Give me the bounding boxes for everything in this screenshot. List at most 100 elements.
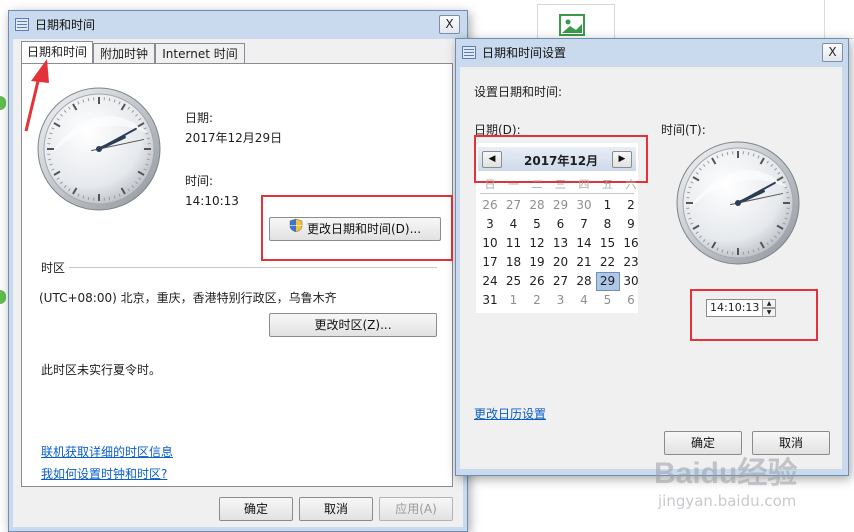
close-button[interactable]: X: [822, 43, 843, 62]
calendar-day[interactable]: 20: [549, 253, 573, 272]
calendar-day[interactable]: 6: [619, 291, 643, 310]
watermark-brand: Baidu经验: [654, 457, 798, 490]
calendar-day[interactable]: 21: [572, 253, 596, 272]
clock-tick: [87, 196, 90, 200]
calendar-icon: [462, 46, 476, 59]
window-title: 日期和时间: [35, 18, 96, 32]
calendar-day[interactable]: 19: [525, 253, 549, 272]
clock-hub: [735, 200, 741, 206]
calendar-day[interactable]: 23: [619, 253, 643, 272]
background-image-thumbnail: [537, 4, 615, 40]
calendar-day[interactable]: 25: [502, 272, 526, 291]
calendar-day[interactable]: 17: [478, 253, 502, 272]
clock-tick: [726, 250, 729, 254]
clock-tick: [48, 158, 52, 161]
calendar-day[interactable]: 28: [525, 196, 549, 215]
clock-tick: [108, 98, 111, 102]
calendar-day[interactable]: 26: [525, 272, 549, 291]
calendar-weekday: 五: [602, 179, 613, 191]
calendar-day[interactable]: 15: [596, 234, 620, 253]
calendar-day[interactable]: 13: [549, 234, 573, 253]
watermark-url: jingyan.baidu.com: [658, 492, 797, 510]
calendar-day[interactable]: 4: [502, 215, 526, 234]
online-timezone-info-link[interactable]: 联机获取详细的时区信息: [41, 443, 173, 460]
change-timezone-button[interactable]: 更改时区(Z)...: [269, 313, 437, 337]
calendar-day[interactable]: 30: [619, 272, 643, 291]
calendar-day[interactable]: 18: [502, 253, 526, 272]
date-value: 2017年12月29日: [185, 131, 283, 145]
calendar-day[interactable]: 10: [478, 234, 502, 253]
calendar-day[interactable]: 5: [596, 291, 620, 310]
title-bar[interactable]: 日期和时间 X: [9, 11, 467, 37]
tab-additional-clocks[interactable]: 附加时钟: [93, 43, 155, 63]
calendar-day[interactable]: 27: [549, 272, 573, 291]
datetime-settings-dialog: 日期和时间设置 X 设置日期和时间: 日期(D): 时间(T): ◀ 2017年…: [455, 38, 849, 476]
ok-button[interactable]: 确定: [219, 497, 293, 521]
highlight-box: [474, 135, 648, 183]
calendar-day[interactable]: 22: [596, 253, 620, 272]
calendar-day[interactable]: 29: [549, 196, 573, 215]
highlight-box: [690, 289, 818, 341]
background-divider: [824, 0, 825, 38]
calendar-divider: [480, 193, 634, 194]
title-bar[interactable]: 日期和时间设置 X: [456, 39, 848, 65]
clock-hub: [96, 146, 102, 152]
time-label: 时间(T):: [661, 123, 706, 137]
calendar-day[interactable]: 4: [572, 291, 596, 310]
calendar-day[interactable]: 3: [478, 215, 502, 234]
clock-tick: [48, 137, 52, 140]
apply-button[interactable]: 应用(A): [379, 497, 453, 521]
clock-tick: [687, 191, 691, 194]
calendar-day[interactable]: 7: [572, 215, 596, 234]
calendar-day[interactable]: 2: [619, 196, 643, 215]
calendar-day[interactable]: 14: [572, 234, 596, 253]
calendar-day[interactable]: 30: [572, 196, 596, 215]
clock-tick: [747, 250, 750, 254]
clock-tick: [726, 152, 729, 156]
calendar-day[interactable]: 1: [596, 196, 620, 215]
settings-heading: 设置日期和时间:: [474, 85, 563, 99]
analog-clock: [676, 141, 800, 265]
background-decoration: [0, 290, 6, 304]
calendar-day[interactable]: 5: [525, 215, 549, 234]
background-decoration: [0, 96, 6, 110]
calendar-weekday: 四: [578, 179, 590, 191]
clock-tick: [108, 196, 111, 200]
calendar-day[interactable]: 27: [502, 196, 526, 215]
calendar-day[interactable]: 1: [502, 291, 526, 310]
calendar-day[interactable]: 26: [478, 196, 502, 215]
group-divider: [69, 267, 437, 268]
calendar-weekday: 六: [625, 179, 637, 191]
calendar-day[interactable]: 8: [596, 215, 620, 234]
calendar-weekday: 一: [508, 179, 519, 191]
clock-tick: [687, 212, 691, 215]
calendar-day[interactable]: 28: [572, 272, 596, 291]
cancel-button[interactable]: 取消: [299, 497, 373, 521]
image-icon: [559, 14, 585, 36]
calendar-weekday: 二: [531, 179, 543, 191]
calendar-day[interactable]: 12: [525, 234, 549, 253]
calendar-day[interactable]: 2: [525, 291, 549, 310]
highlight-box: [261, 195, 453, 261]
calendar-day[interactable]: 31: [478, 291, 502, 310]
calendar-day[interactable]: 9: [619, 215, 643, 234]
close-button[interactable]: X: [439, 15, 460, 34]
calendar-weekday: 三: [555, 179, 566, 191]
analog-clock: [37, 87, 161, 211]
calendar-day[interactable]: 24: [478, 272, 502, 291]
clock-tick: [146, 158, 150, 161]
time-label: 时间:: [185, 174, 214, 188]
calendar-day[interactable]: 11: [502, 234, 526, 253]
how-to-set-clock-link[interactable]: 我如何设置时钟和时区?: [41, 465, 167, 482]
change-calendar-settings-link[interactable]: 更改日历设置: [474, 405, 546, 422]
time-value: 14:10:13: [185, 194, 239, 208]
calendar-icon: [15, 18, 29, 31]
timezone-group-label: 时区: [41, 261, 66, 275]
calendar-day[interactable]: 16: [619, 234, 643, 253]
calendar-day[interactable]: 6: [549, 215, 573, 234]
tab-internet-time[interactable]: Internet 时间: [155, 43, 245, 63]
calendar-day[interactable]: 3: [549, 291, 573, 310]
calendar-day[interactable]: 29: [595, 272, 620, 291]
clock-tick: [785, 191, 789, 194]
clock-tick: [87, 98, 90, 102]
